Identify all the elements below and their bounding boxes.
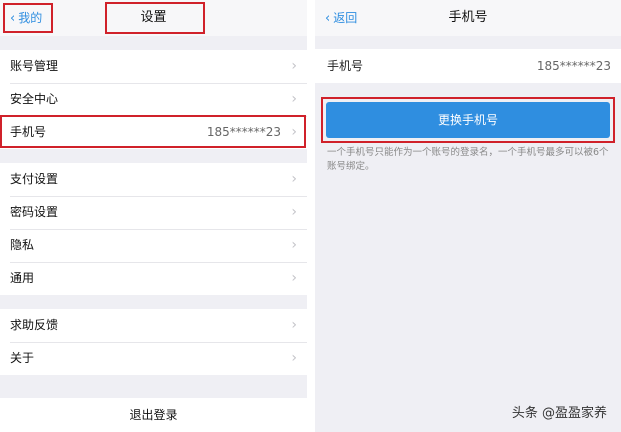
- chevron-right-icon: ›: [291, 204, 297, 220]
- highlight-box-change-button: [321, 97, 615, 143]
- settings-item-label: 账号管理: [10, 59, 59, 73]
- settings-item-label: 密码设置: [10, 205, 59, 219]
- chevron-right-icon: ›: [291, 350, 297, 366]
- chevron-right-icon: ›: [291, 91, 297, 107]
- logout-button[interactable]: 退出登录: [0, 398, 307, 432]
- settings-item-feedback[interactable]: 求助反馈 ›: [0, 309, 307, 342]
- phone-label: 手机号: [327, 59, 364, 73]
- phone-info-row: 手机号 185******23: [315, 49, 621, 83]
- chevron-right-icon: ›: [291, 58, 297, 74]
- page-title: 手机号: [448, 10, 488, 25]
- phone-value: 185******23: [536, 59, 611, 73]
- settings-item-payment[interactable]: 支付设置 ›: [0, 163, 307, 196]
- highlight-box-phone-row: [0, 115, 306, 148]
- settings-item-label: 隐私: [10, 238, 35, 252]
- settings-screen: ‹ 我的 设置 账号管理 › 安全中心 › 手机号 185******23 › 支…: [0, 0, 307, 432]
- settings-item-general[interactable]: 通用 ›: [0, 262, 307, 295]
- chevron-right-icon: ›: [291, 317, 297, 333]
- phone-binding-note: 一个手机号只能作为一个账号的登录名，一个手机号最多可以被6个账号绑定。: [327, 147, 609, 172]
- settings-item-account-management[interactable]: 账号管理 ›: [0, 50, 307, 83]
- chevron-right-icon: ›: [291, 171, 297, 187]
- settings-item-label: 安全中心: [10, 92, 59, 106]
- settings-group-support: 求助反馈 › 关于 ›: [0, 309, 307, 375]
- settings-group-general: 支付设置 › 密码设置 › 隐私 › 通用 ›: [0, 163, 307, 295]
- settings-item-label: 支付设置: [10, 172, 59, 186]
- settings-item-label: 通用: [10, 271, 35, 285]
- chevron-right-icon: ›: [291, 270, 297, 286]
- chevron-right-icon: ›: [291, 237, 297, 253]
- settings-item-security-center[interactable]: 安全中心 ›: [0, 83, 307, 116]
- phone-nav-bar: ‹ 返回 手机号: [315, 0, 621, 36]
- highlight-box-title: [105, 2, 205, 34]
- highlight-box-back: [3, 3, 53, 33]
- settings-item-label: 求助反馈: [10, 318, 59, 332]
- settings-item-privacy[interactable]: 隐私 ›: [0, 229, 307, 262]
- settings-item-label: 关于: [10, 351, 35, 365]
- settings-item-about[interactable]: 关于 ›: [0, 342, 307, 375]
- phone-number-screen: ‹ 返回 手机号 手机号 185******23 更换手机号 一个手机号只能作为一…: [315, 0, 621, 432]
- settings-item-password[interactable]: 密码设置 ›: [0, 196, 307, 229]
- watermark: 头条 @盈盈家养: [511, 406, 607, 421]
